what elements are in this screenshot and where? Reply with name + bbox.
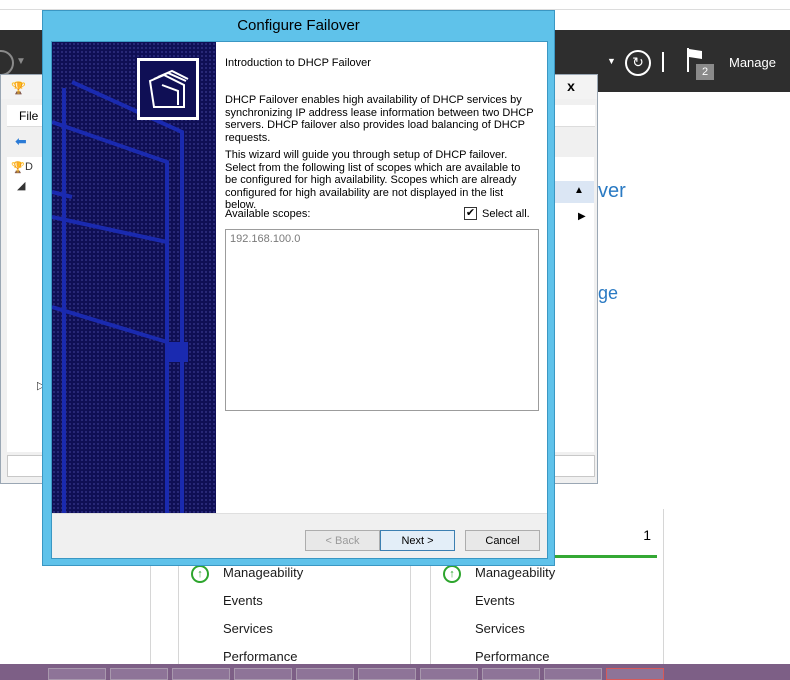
failover-folders-icon	[137, 58, 199, 120]
back-arrow-icon[interactable]: ⬅	[15, 133, 27, 150]
taskbar-ie[interactable]	[110, 668, 168, 680]
nav-dropdown-icon[interactable]: ▼	[16, 56, 26, 67]
menu-file[interactable]: File	[19, 109, 38, 123]
wizard-side-art	[52, 42, 216, 513]
refresh-icon[interactable]: ↻	[625, 50, 651, 76]
taskbar-app-7[interactable]	[420, 668, 478, 680]
taskbar-app-10[interactable]	[606, 668, 664, 680]
intro-paragraph: DHCP Failover enables high availability …	[225, 94, 534, 144]
tile-row-performance[interactable]: Performance	[475, 649, 549, 664]
taskbar-app-9[interactable]	[544, 668, 602, 680]
tile-count: 1	[643, 527, 651, 543]
status-up-icon: ↑	[191, 565, 209, 583]
manage-menu[interactable]: Manage	[729, 55, 776, 70]
top-strip	[0, 0, 790, 10]
taskbar-app-3[interactable]	[172, 668, 230, 680]
guide-paragraph: This wizard will guide you through setup…	[225, 149, 521, 211]
dialog-title: Configure Failover	[237, 17, 360, 34]
select-all-checkbox[interactable]: ✔	[464, 207, 477, 220]
select-all-label[interactable]: Select all.	[482, 208, 530, 220]
tile-row-events[interactable]: Events	[475, 593, 515, 608]
button-row: < Back Next > Cancel	[52, 513, 547, 558]
next-button[interactable]: Next >	[380, 530, 455, 551]
mmc-actions-pane: ▲ ▶	[554, 157, 594, 452]
configure-failover-dialog: Configure Failover Introduction to DHCP …	[42, 10, 555, 566]
tile-row-performance[interactable]: Performance	[223, 649, 297, 664]
available-scopes-label: Available scopes:	[225, 208, 311, 220]
wizard-heading: Introduction to DHCP Failover	[225, 57, 371, 69]
tile-column-left	[150, 565, 178, 680]
collapse-up-icon[interactable]: ▲	[574, 185, 584, 196]
taskbar-app-8[interactable]	[482, 668, 540, 680]
dialog-body: Introduction to DHCP Failover DHCP Failo…	[51, 41, 548, 559]
tile-row-manageability[interactable]: Manageability	[475, 565, 555, 580]
taskbar-app-5[interactable]	[296, 668, 354, 680]
list-item[interactable]: 192.168.100.0	[230, 233, 300, 245]
tile-row-manageability[interactable]: Manageability	[223, 565, 303, 580]
breadcrumb-dropdown-icon[interactable]: ▼	[607, 56, 616, 66]
mmc-tree-pane: D 🏆 ◢ ▷	[7, 157, 47, 452]
wizard-content: Introduction to DHCP Failover DHCP Failo…	[216, 42, 547, 513]
dhcp-tree-icon: 🏆	[11, 162, 25, 174]
tile-row-services[interactable]: Services	[223, 621, 273, 636]
taskbar-explorer[interactable]	[48, 668, 106, 680]
tile-row-events[interactable]: Events	[223, 593, 263, 608]
tile-row-services[interactable]: Services	[475, 621, 525, 636]
taskbar-app-4[interactable]	[234, 668, 292, 680]
scopes-list[interactable]: 192.168.100.0	[225, 229, 539, 411]
tree-expand-icon[interactable]: ◢	[17, 179, 25, 192]
back-button[interactable]: < Back	[305, 530, 380, 551]
link-text-fragment[interactable]: ge	[598, 283, 618, 304]
more-actions-icon[interactable]: ▶	[578, 211, 586, 222]
notification-count-badge: 2	[696, 64, 714, 80]
dhcp-app-icon: 🏆	[11, 81, 26, 95]
header-separator	[662, 52, 664, 72]
tree-item-dhcp[interactable]: D	[25, 161, 33, 173]
status-up-icon: ↑	[443, 565, 461, 583]
welcome-text-fragment: ver	[598, 180, 626, 202]
cancel-button[interactable]: Cancel	[465, 530, 540, 551]
taskbar-app-6[interactable]	[358, 668, 416, 680]
